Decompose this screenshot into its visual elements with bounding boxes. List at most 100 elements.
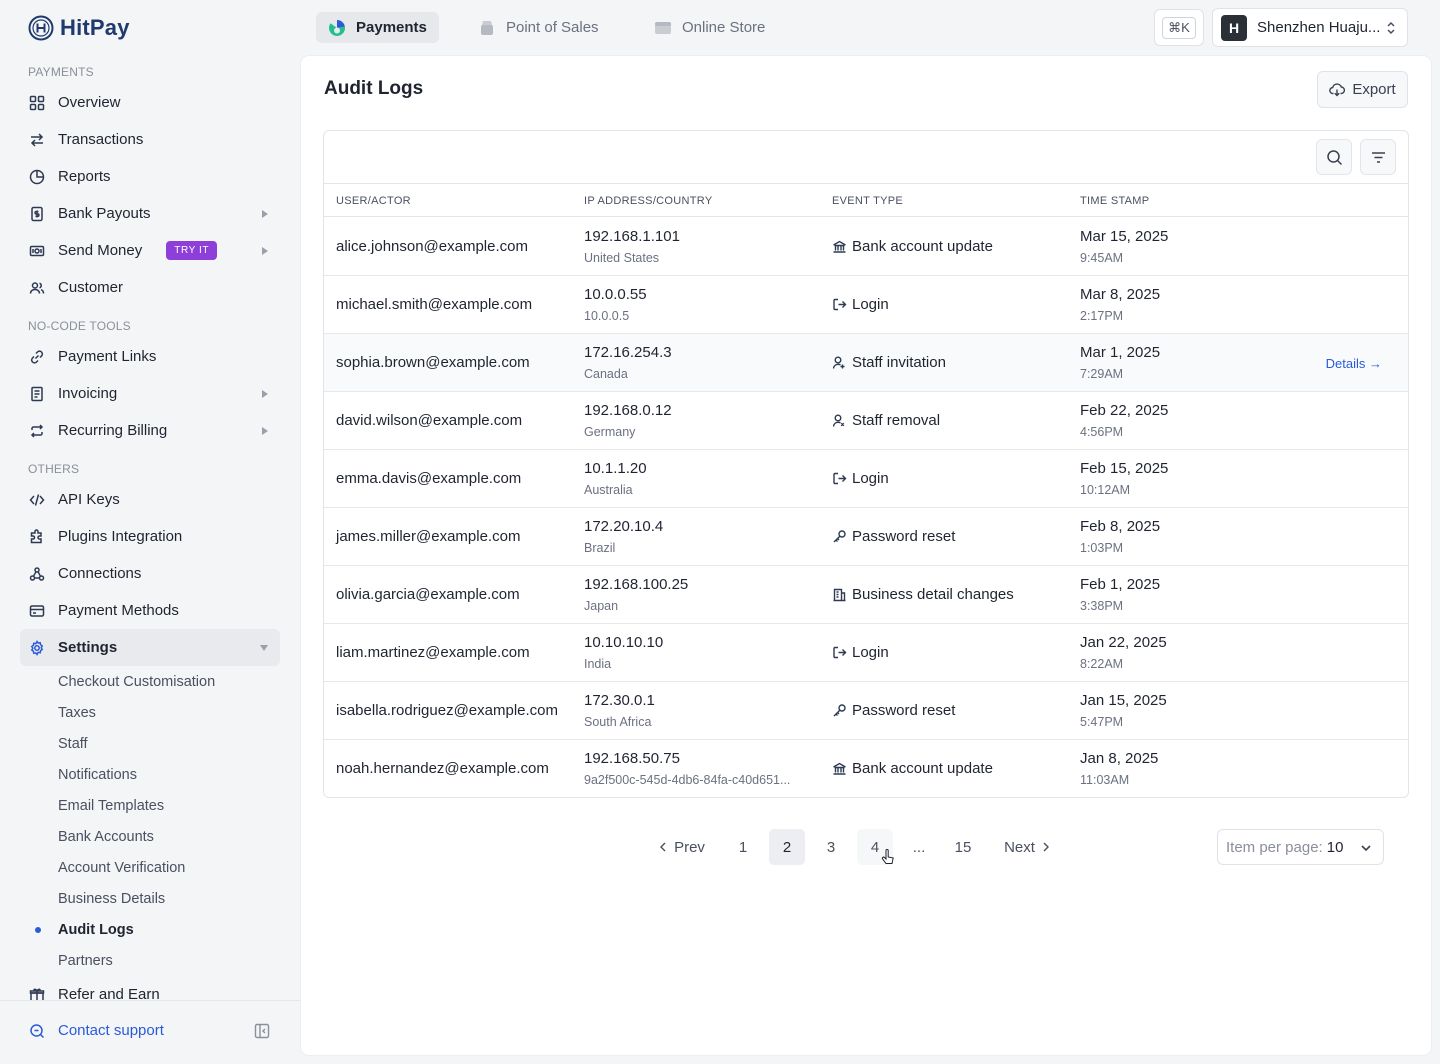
timestamp-cell: Feb 15, 2025 10:12AM (1080, 460, 1168, 497)
event-label: Password reset (852, 528, 956, 545)
settings-subitem-bank-accounts[interactable]: Bank Accounts (20, 821, 280, 852)
settings-subitem-notifications[interactable]: Notifications (20, 759, 280, 790)
table-row[interactable]: isabella.rodriguez@example.com 172.30.0.1… (324, 682, 1408, 740)
table-row[interactable]: david.wilson@example.com 192.168.0.12 Germ… (324, 392, 1408, 450)
filter-button[interactable] (1360, 139, 1396, 175)
table-row[interactable]: sophia.brown@example.com 172.16.254.3 Cana… (324, 334, 1408, 392)
page-button-3[interactable]: 3 (813, 829, 849, 865)
mouse-pointer-icon (881, 849, 894, 864)
event-label: Password reset (852, 702, 956, 719)
table-row[interactable]: james.miller@example.com 172.20.10.4 Brazi… (324, 508, 1408, 566)
sidebar-item-bank-payouts[interactable]: Bank Payouts (20, 195, 280, 232)
column-header-event[interactable]: EVENT TYPE (832, 195, 903, 207)
account-switcher[interactable]: H Shenzhen Huaju... (1212, 8, 1408, 47)
sidebar-item-plugins-integration[interactable]: Plugins Integration (20, 518, 280, 555)
sidebar-item-payment-methods[interactable]: Payment Methods (20, 592, 280, 629)
timestamp-cell: Feb 22, 2025 4:56PM (1080, 402, 1168, 439)
sidebar-item-label: Settings (58, 639, 118, 656)
next-page-button[interactable]: Next (1001, 829, 1053, 865)
ip-country: South Africa (584, 715, 652, 729)
tab-payments[interactable]: Payments (316, 12, 439, 43)
ip-address: 192.168.0.12 (584, 402, 672, 419)
expand-arrow-icon[interactable] (262, 389, 268, 398)
sidebar-item-send-money[interactable]: Send Money TRY IT (20, 232, 280, 269)
tab-label: Online Store (682, 19, 766, 36)
timestamp-time: 10:12AM (1080, 483, 1131, 497)
sidebar-item-recurring-billing[interactable]: Recurring Billing (20, 412, 280, 449)
settings-subitem-checkout-customisation[interactable]: Checkout Customisation (20, 666, 280, 697)
table-row[interactable]: michael.smith@example.com 10.0.0.55 10.0.0… (324, 276, 1408, 334)
timestamp-cell: Mar 1, 2025 7:29AM (1080, 344, 1160, 381)
page-button-1[interactable]: 1 (725, 829, 761, 865)
column-header-actor[interactable]: USER/ACTOR (336, 195, 411, 207)
timestamp-cell: Feb 1, 2025 3:38PM (1080, 576, 1160, 613)
ip-country: 10.0.0.5 (584, 309, 630, 323)
sidebar-item-connections[interactable]: Connections (20, 555, 280, 592)
table-row[interactable]: emma.davis@example.com 10.1.1.20 Australia… (324, 450, 1408, 508)
sidebar-item-api-keys[interactable]: API Keys (20, 481, 280, 518)
sidebar-item-transactions[interactable]: Transactions (20, 121, 280, 158)
timestamp-cell: Jan 8, 2025 11:03AM (1080, 750, 1158, 787)
sidebar: HitPay PAYMENTS Overview Transactions Re… (0, 0, 300, 1064)
expand-arrow-icon[interactable] (262, 246, 268, 255)
column-header-timestamp[interactable]: TIME STAMP (1080, 195, 1149, 207)
settings-subitem-taxes[interactable]: Taxes (20, 697, 280, 728)
hitpay-logo-icon (28, 15, 54, 41)
table-row[interactable]: noah.hernandez@example.com 192.168.50.75 9… (324, 740, 1408, 797)
ip-cell: 172.16.254.3 Canada (584, 344, 810, 381)
event-type: Password reset (832, 702, 955, 719)
settings-subitem-staff[interactable]: Staff (20, 728, 280, 759)
sidebar-item-label: Bank Payouts (58, 205, 151, 222)
ip-address: 10.10.10.10 (584, 634, 664, 651)
connections-icon (29, 566, 45, 581)
timestamp-date: Feb 1, 2025 (1080, 576, 1161, 593)
settings-subitem-audit-logs[interactable]: Audit Logs (20, 914, 280, 945)
sidebar-item-overview[interactable]: Overview (20, 84, 280, 121)
table-row[interactable]: liam.martinez@example.com 10.10.10.10 Indi… (324, 624, 1408, 682)
timestamp-date: Jan 22, 2025 (1080, 634, 1167, 651)
settings-subitem-email-templates[interactable]: Email Templates (20, 790, 280, 821)
active-dot-icon (35, 927, 41, 933)
search-button[interactable] (1316, 139, 1352, 175)
sidebar-item-reports[interactable]: Reports (20, 158, 280, 195)
sidebar-item-label: Payment Methods (58, 602, 179, 619)
details-link[interactable]: Details → (1326, 356, 1382, 371)
expand-arrow-icon[interactable] (262, 426, 268, 435)
expand-arrow-icon[interactable] (262, 209, 268, 218)
tab-online-store[interactable]: Online Store (642, 12, 777, 43)
support-icon (30, 1023, 45, 1038)
column-header-ip[interactable]: IP ADDRESS/COUNTRY (584, 195, 712, 207)
account-name: Shenzhen Huaju... (1257, 19, 1381, 36)
sidebar-item-invoicing[interactable]: Invoicing (20, 375, 280, 412)
event-label: Login (852, 470, 889, 487)
timestamp-date: Mar 1, 2025 (1080, 344, 1161, 361)
tab-point-of-sales[interactable]: Point of Sales (466, 12, 611, 43)
page-button-15[interactable]: 15 (945, 829, 981, 865)
sidebar-item-label: Overview (58, 94, 121, 111)
sidebar-item-payment-links[interactable]: Payment Links (20, 338, 280, 375)
logo[interactable]: HitPay (28, 14, 130, 42)
sidebar-item-refer-and-earn[interactable]: Refer and Earn (20, 976, 280, 1000)
sidebar-item-label: Connections (58, 565, 142, 582)
gift-icon (29, 988, 45, 1000)
command-palette-button[interactable]: ⌘K (1154, 9, 1204, 46)
page-button-2[interactable]: 2 (769, 829, 805, 865)
pagination: Prev 1 2 3 4 ... 15 Next Item per page: … (301, 829, 1431, 865)
settings-subitem-account-verification[interactable]: Account Verification (20, 852, 280, 883)
contact-support-button[interactable]: Contact support (29, 1022, 164, 1039)
settings-subitem-partners[interactable]: Partners (20, 945, 280, 976)
table-row[interactable]: alice.johnson@example.com 192.168.1.101 Un… (324, 218, 1408, 276)
prev-page-button[interactable]: Prev (656, 829, 708, 865)
sidebar-item-customer[interactable]: Customer (20, 269, 280, 306)
table-row[interactable]: olivia.garcia@example.com 192.168.100.25 J… (324, 566, 1408, 624)
settings-subitem-business-details[interactable]: Business Details (20, 883, 280, 914)
collapse-arrow-icon[interactable] (260, 644, 268, 651)
items-per-page-select[interactable]: Item per page: 10 (1217, 829, 1384, 865)
sidebar-item-settings[interactable]: Settings (20, 629, 280, 666)
page-ellipsis: ... (912, 838, 926, 856)
export-button[interactable]: Export (1317, 71, 1408, 108)
collapse-sidebar-icon[interactable] (254, 1023, 270, 1039)
event-type: Password reset (832, 528, 955, 545)
per-page-value: 10 (1326, 838, 1344, 856)
grid-icon (29, 95, 45, 110)
